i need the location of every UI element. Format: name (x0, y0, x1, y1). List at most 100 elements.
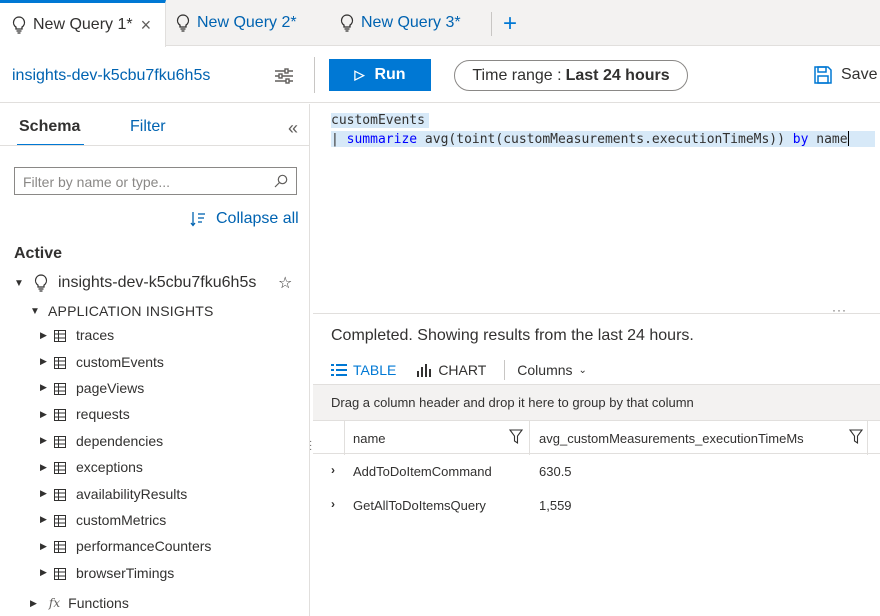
functions-label: Functions (68, 595, 129, 611)
time-range-prefix: Time range : (472, 66, 562, 84)
workspace-node[interactable]: ▼ insights-dev-k5cbu7fku6h5s (14, 274, 256, 292)
application-insights-node[interactable]: ▼ APPLICATION INSIGHTS (30, 303, 214, 319)
column-header-name[interactable]: name (353, 431, 386, 446)
filter-icon[interactable] (508, 429, 524, 445)
caret-right-icon[interactable]: ▶ (40, 409, 52, 420)
collapse-all-label: Collapse all (216, 210, 299, 227)
name-token: name (808, 132, 848, 147)
caret-right-icon[interactable]: ▶ (30, 598, 37, 609)
lightbulb-icon (11, 15, 27, 35)
caret-down-icon[interactable]: ▼ (30, 306, 40, 317)
add-tab-icon[interactable]: + (503, 10, 517, 38)
table-name: dependencies (76, 432, 164, 449)
table-row[interactable]: › GetAllToDoItemsQuery 1,559 (313, 488, 880, 522)
scope-selector[interactable]: insights-dev-k5cbu7fku6h5s (12, 67, 210, 85)
table-icon (54, 329, 66, 343)
time-range-picker[interactable]: Time range : Last 24 hours (454, 60, 688, 91)
query-tab-bar: New Query 1* × New Query 2* New Query 3*… (0, 0, 880, 47)
table-icon (54, 356, 66, 369)
schema-panel: Schema Filter « Filter by name or type..… (0, 104, 310, 616)
caret-right-icon[interactable]: ▶ (40, 541, 52, 552)
section-label: APPLICATION INSIGHTS (48, 303, 214, 319)
caret-right-icon[interactable]: ▶ (40, 382, 52, 393)
columns-dropdown[interactable]: Columns ⌄ (517, 362, 587, 378)
caret-right-icon[interactable]: ▶ (40, 514, 52, 525)
summarize-keyword: summarize (346, 132, 418, 147)
columns-label: Columns (517, 362, 573, 378)
query-toolbar: insights-dev-k5cbu7fku6h5s ▷ Run Time ra… (0, 47, 880, 103)
column-divider[interactable] (867, 421, 868, 455)
table-icon (54, 540, 66, 554)
table-item-browsertimings[interactable]: ▶ browserTimings (40, 560, 300, 586)
cell-avg: 1,559 (539, 498, 572, 513)
active-section-header: Active (14, 245, 63, 262)
table-item-exceptions[interactable]: ▶ exceptions (40, 454, 300, 480)
table-item-traces[interactable]: ▶ traces (40, 322, 300, 348)
column-divider[interactable] (529, 421, 530, 455)
caret-down-icon[interactable]: ▼ (14, 278, 24, 289)
query-editor[interactable]: customEvents | summarize avg(toint(custo… (313, 104, 880, 309)
caret-right-icon[interactable]: ▶ (40, 435, 52, 446)
tab-new-query-2[interactable]: New Query 2* (175, 0, 297, 46)
collapse-panel-icon[interactable]: « (288, 118, 298, 139)
editor-line-2: | summarize avg(toint(customMeasurements… (331, 131, 875, 147)
filter-icon[interactable] (848, 429, 864, 445)
search-icon (274, 174, 288, 188)
horizontal-splitter-handle[interactable]: ··· (832, 303, 847, 317)
schema-filter-input[interactable]: Filter by name or type... (14, 167, 297, 195)
favorite-star-icon[interactable]: ☆ (278, 273, 292, 293)
expand-row-icon[interactable]: › (331, 497, 335, 511)
collapse-all-button[interactable]: Collapse all (190, 210, 299, 228)
caret-right-icon[interactable]: ▶ (40, 567, 52, 578)
caret-right-icon[interactable]: ▶ (40, 356, 52, 367)
tab-table[interactable]: TABLE (331, 362, 396, 378)
table-name: performanceCounters (76, 538, 212, 555)
pipe-token: | (331, 132, 347, 147)
save-icon (813, 65, 833, 85)
caret-right-icon[interactable]: ▶ (40, 330, 52, 341)
column-header-avg[interactable]: avg_customMeasurements_executionTimeMs (539, 431, 804, 446)
by-keyword: by (792, 132, 809, 147)
tab-label: New Query 2* (197, 14, 297, 31)
run-button[interactable]: ▷ Run (329, 59, 431, 91)
settings-sliders-icon[interactable] (274, 66, 294, 86)
table-name: pageViews (76, 379, 145, 396)
editor-line-1: customEvents (331, 113, 429, 128)
lightbulb-icon (175, 13, 191, 33)
table-item-custommetrics[interactable]: ▶ customMetrics (40, 507, 300, 533)
table-item-performancecounters[interactable]: ▶ performanceCounters (40, 533, 300, 559)
table-icon (54, 514, 66, 527)
table-row[interactable]: › AddToDoItemCommand 630.5 (313, 454, 880, 488)
function-icon: fx (48, 596, 61, 610)
cell-avg: 630.5 (539, 464, 572, 479)
table-item-pageviews[interactable]: ▶ pageViews (40, 375, 300, 401)
tab-new-query-3[interactable]: New Query 3* (339, 0, 461, 46)
table-name: availabilityResults (76, 485, 188, 502)
caret-right-icon[interactable]: ▶ (40, 462, 52, 473)
functions-node[interactable]: ▶ fx Functions (30, 595, 129, 611)
table-item-dependencies[interactable]: ▶ dependencies (40, 428, 300, 454)
tab-new-query-1[interactable]: New Query 1* × (0, 0, 166, 47)
tab-label: New Query 1* (33, 16, 133, 33)
table-icon (54, 382, 66, 395)
filter-placeholder: Filter by name or type... (23, 174, 171, 190)
cell-name: GetAllToDoItemsQuery (353, 498, 486, 513)
table-name: customEvents (76, 353, 164, 370)
close-icon[interactable]: × (141, 15, 152, 36)
table-item-customevents[interactable]: ▶ customEvents (40, 348, 300, 374)
caret-right-icon[interactable]: ▶ (40, 488, 52, 499)
table-list: ▶ traces ▶ customEvents ▶ pageViews ▶ re… (40, 322, 300, 586)
group-by-drop-zone[interactable]: Drag a column header and drop it here to… (313, 384, 880, 420)
table-item-availabilityresults[interactable]: ▶ availabilityResults (40, 480, 300, 506)
tab-filter[interactable]: Filter (130, 118, 166, 136)
toolbar-divider (504, 360, 506, 380)
table-item-requests[interactable]: ▶ requests (40, 401, 300, 427)
tab-schema[interactable]: Schema (16, 118, 85, 146)
toolbar-divider (314, 57, 315, 93)
save-label: Save (841, 66, 878, 83)
tab-chart[interactable]: CHART (416, 362, 486, 378)
table-icon (54, 408, 66, 422)
expand-row-icon[interactable]: › (331, 463, 335, 477)
save-button[interactable]: Save (813, 65, 877, 85)
expression-token: avg(toint(customMeasurements.executionTi… (417, 132, 793, 147)
